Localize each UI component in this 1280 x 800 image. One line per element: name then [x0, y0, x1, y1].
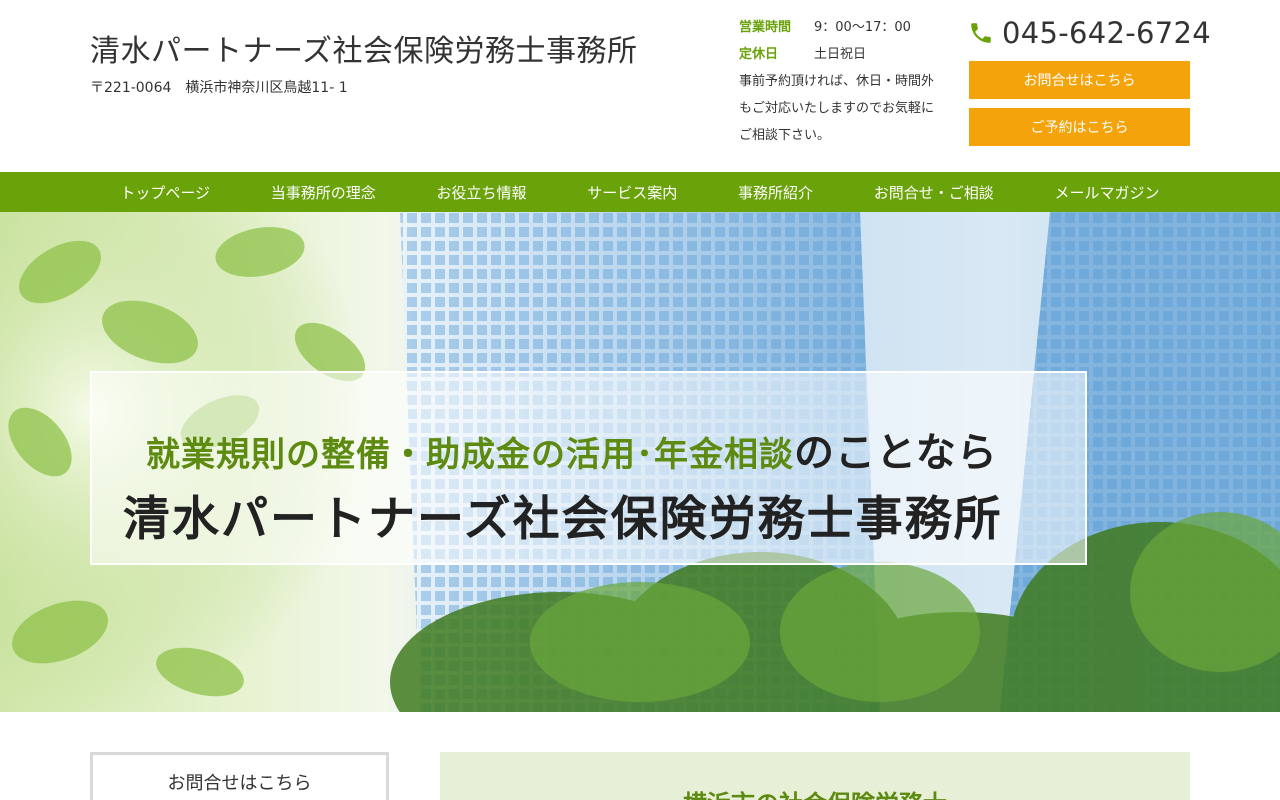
main-heading: 横浜市の社会保険労務士 — [440, 784, 1190, 800]
phone-icon — [971, 23, 991, 43]
nav-item-office[interactable]: 事務所紹介 — [738, 182, 813, 203]
nav-item-services[interactable]: サービス案内 — [587, 182, 677, 203]
hours-note-line: もご対応いたしますのでお気軽に — [739, 101, 935, 116]
hero-office-name: 清水パートナーズ社会保険労務士事務所 — [123, 492, 1003, 547]
phone-contact[interactable]: 045-642-6724 — [968, 16, 1211, 50]
main-content-panel: 横浜市の社会保険労務士 — [440, 752, 1190, 800]
nav-item-useful-info[interactable]: お役立ち情報 — [437, 182, 527, 203]
sidebar-contact-title: お問合せはこちら — [167, 773, 312, 794]
holiday-label: 定休日 — [739, 47, 779, 62]
hours-note-line: 事前予約頂ければ、休日・時間外 — [739, 74, 935, 89]
site-header: 清水パートナーズ社会保険労務士事務所 〒221-0064 横浜市神奈川区鳥越11… — [0, 0, 1280, 172]
reservation-button[interactable]: ご予約はこちら — [969, 108, 1190, 146]
phone-number[interactable]: 045-642-6724 — [1002, 16, 1211, 50]
holiday-value: 土日祝日 — [814, 47, 867, 62]
nav-item-philosophy[interactable]: 当事務所の理念 — [271, 182, 376, 203]
global-nav: トップページ 当事務所の理念 お役立ち情報 サービス案内 事務所紹介 お問合せ・… — [0, 172, 1280, 212]
hero-tagline-suffix: のことなら — [794, 429, 998, 476]
hero-tagline-services: 就業規則の整備・助成金の活用･年金相談 — [146, 435, 794, 475]
hours-label: 営業時間 — [739, 20, 792, 35]
hero-tagline: 就業規則の整備・助成金の活用･年金相談のことなら — [146, 420, 998, 478]
hours-note-line: ご相談下さい。 — [739, 128, 831, 143]
business-hours: 営業時間 9：00〜17：00 定休日 土日祝日 事前予約頂ければ、休日・時間外… — [739, 14, 959, 149]
hours-value: 9：00〜17：00 — [814, 20, 911, 35]
nav-item-mail-magazine[interactable]: メールマガジン — [1055, 182, 1160, 203]
hero-banner: 就業規則の整備・助成金の活用･年金相談のことなら 清水パートナーズ社会保険労務士… — [0, 212, 1280, 712]
nav-item-top[interactable]: トップページ — [120, 182, 210, 203]
sidebar-contact-box[interactable]: お問合せはこちら — [90, 752, 389, 800]
office-address: 〒221-0064 横浜市神奈川区鳥越11- 1 — [90, 80, 348, 96]
site-title[interactable]: 清水パートナーズ社会保険労務士事務所 — [90, 26, 638, 70]
hours-note: 事前予約頂ければ、休日・時間外 もご対応いたしますのでお気軽に ご相談下さい。 — [739, 68, 959, 149]
contact-button[interactable]: お問合せはこちら — [969, 61, 1190, 99]
nav-item-contact[interactable]: お問合せ・ご相談 — [874, 182, 994, 203]
